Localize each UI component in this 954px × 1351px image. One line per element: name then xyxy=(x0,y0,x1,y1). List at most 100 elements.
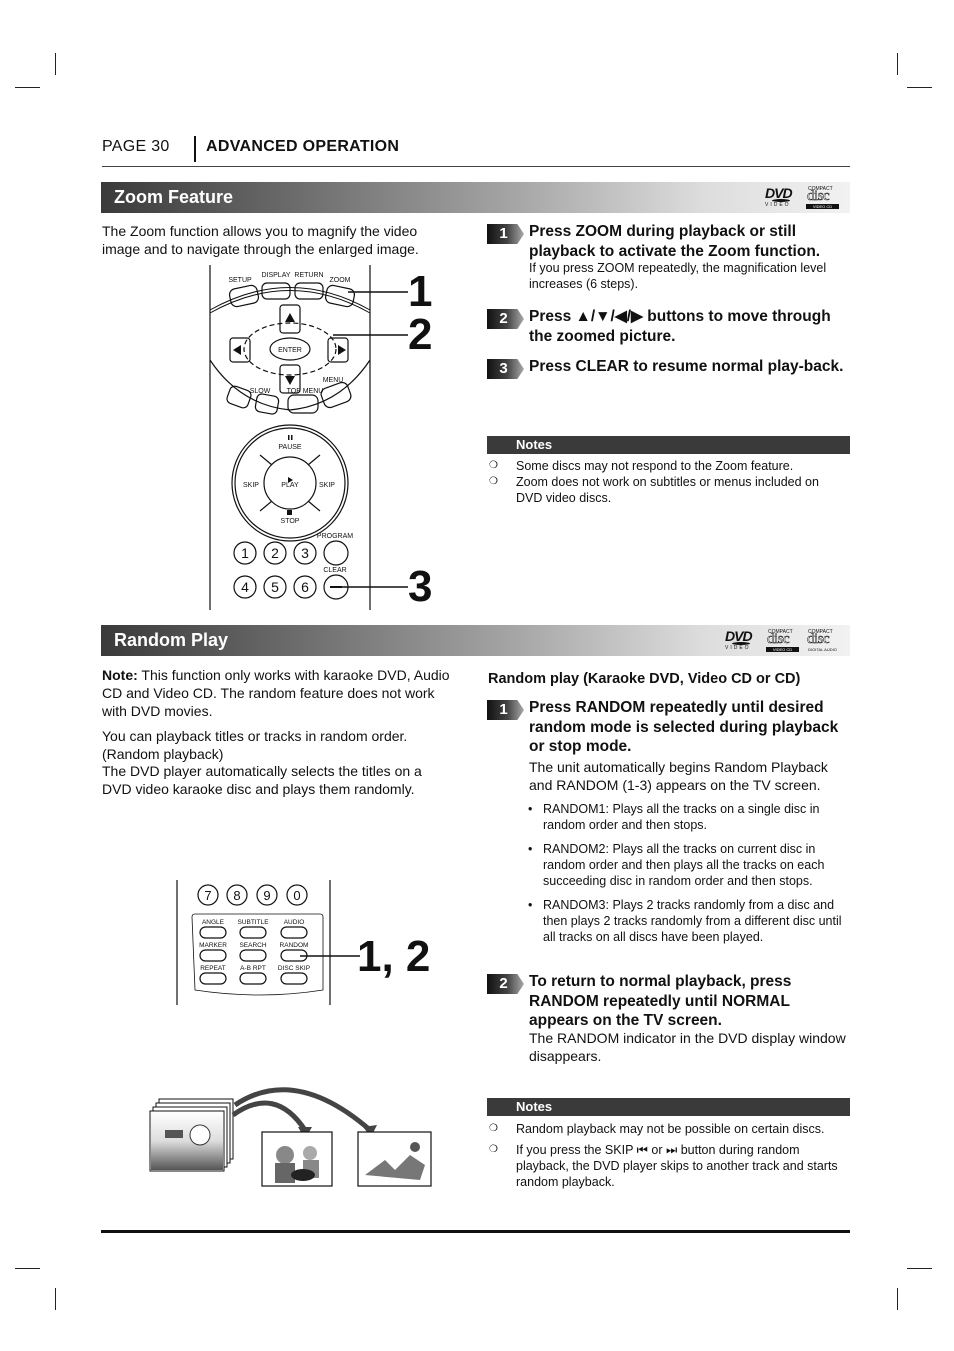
remote-label-zoom: ZOOM xyxy=(330,277,351,284)
remote-label-return: RETURN xyxy=(294,272,323,279)
crop-mark xyxy=(897,1288,898,1310)
disc-logos: DVD VIDEO COMPACT disc VIDEO CD xyxy=(764,185,840,210)
remote-label-random: RANDOM xyxy=(280,942,309,949)
random-paragraph-2: The DVD player automatically selects the… xyxy=(102,763,422,797)
compact-disc-video-cd-logo-icon: COMPACT disc VIDEO CD xyxy=(766,629,800,653)
remote-digit: 8 xyxy=(233,888,240,903)
zoom-intro: The Zoom function allows you to magnify … xyxy=(102,223,419,257)
callout-3: 3 xyxy=(408,562,433,611)
crop-mark xyxy=(15,1268,40,1269)
remote-label-slow: SLOW xyxy=(250,388,271,395)
random-subheading: Random play (Karaoke DVD, Video CD or CD… xyxy=(488,671,801,687)
random-mode-item: • RANDOM3: Plays 2 tracks randomly from … xyxy=(528,897,850,945)
remote-digit: 1 xyxy=(241,545,249,561)
remote-label-marker: MARKER xyxy=(199,942,227,949)
disc-logos: DVD VIDEO COMPACT disc VIDEO CD COMPACT disc… xyxy=(724,628,840,653)
remote-label-angle: ANGLE xyxy=(202,919,225,926)
note-item: ❍ If you press the SKIP ⏮ or ⏭ button du… xyxy=(487,1142,850,1190)
callout-1: 1 xyxy=(408,267,433,316)
step-number-badge: 1 xyxy=(487,700,524,720)
remote-label-pause: PAUSE xyxy=(278,444,302,451)
note-text: Random playback may not be possible on c… xyxy=(516,1122,825,1136)
callout-1-2: 1, 2 xyxy=(357,932,431,981)
step-heading: Press ZOOM during playback or still play… xyxy=(529,223,821,260)
remote-label-clear: CLEAR xyxy=(323,567,346,574)
bullet-dot-icon: • xyxy=(528,802,533,816)
step-detail: The unit automatically begins Random Pla… xyxy=(529,759,828,793)
crop-mark xyxy=(907,1268,932,1269)
remote-illustration-random: 7 8 9 0 ANGLE SUBTITLE AUDIO MARKER SEAR… xyxy=(176,880,360,1005)
remote-label-skip-back: SKIP xyxy=(243,482,259,489)
step-detail: If you press ZOOM repeatedly, the magnif… xyxy=(529,261,827,291)
remote-label-display: DISPLAY xyxy=(261,272,290,279)
circle-bullet-icon: ❍ xyxy=(489,476,498,487)
remote-label-disc-skip: DISC SKIP xyxy=(278,965,310,972)
remote-digit: 9 xyxy=(263,888,270,903)
zoom-notes-header: Notes xyxy=(487,436,850,454)
step-number-badge: 3 xyxy=(487,359,524,379)
random-note-paragraph: Note: This function only works with kara… xyxy=(102,666,462,720)
note-text: If you press the SKIP ⏮ or ⏭ button duri… xyxy=(516,1143,838,1189)
random-mode-item: • RANDOM2: Plays all the tracks on curre… xyxy=(528,841,850,889)
compact-disc-digital-audio-logo-icon: COMPACT disc DIGITAL AUDIO xyxy=(807,629,837,652)
random-section-title: Random Play xyxy=(114,630,229,650)
step-heading: To return to normal playback, press RAND… xyxy=(529,973,792,1029)
remote-digit: 3 xyxy=(301,545,309,561)
crop-mark xyxy=(55,53,56,75)
note-text: Some discs may not respond to the Zoom f… xyxy=(516,459,794,473)
crop-mark xyxy=(897,53,898,75)
step-number-badge: 1 xyxy=(487,224,524,244)
header-divider xyxy=(194,136,196,162)
note-text: This function only works with karaoke DV… xyxy=(102,667,450,719)
note-item: ❍ Random playback may not be possible on… xyxy=(487,1121,850,1137)
remote-label-stop: STOP xyxy=(281,518,300,525)
random-mode-text: RANDOM1: Plays all the tracks on a singl… xyxy=(543,802,820,832)
random-step-1: 1 Press RANDOM repeatedly until desired … xyxy=(487,698,852,798)
remote-label-setup: SETUP xyxy=(228,277,252,284)
bullet-dot-icon: • xyxy=(528,842,533,856)
step-number-badge: 2 xyxy=(487,309,524,329)
step-heading: Press ▲/▼/◀/▶ buttons to move through th… xyxy=(529,308,831,345)
circle-bullet-icon: ❍ xyxy=(489,1144,498,1155)
random-section-bar: Random Play DVD VIDEO COMPACT disc VIDEO CD… xyxy=(101,625,850,656)
page-number: PAGE 30 xyxy=(102,138,170,155)
circle-bullet-icon: ❍ xyxy=(489,1123,498,1134)
remote-digit: 2 xyxy=(271,545,279,561)
remote-label-audio: AUDIO xyxy=(284,919,305,926)
chapter-title: ADVANCED OPERATION xyxy=(206,138,400,155)
remote-digit: 6 xyxy=(301,579,309,595)
zoom-section-title: Zoom Feature xyxy=(114,187,234,207)
random-playback-illustration xyxy=(149,1087,432,1187)
page-header: PAGE 30 ADVANCED OPERATION xyxy=(102,136,850,167)
remote-label-enter: ENTER xyxy=(278,347,302,354)
dvd-video-logo-icon: DVD VIDEO xyxy=(725,628,753,651)
zoom-step-2: 2 Press ▲/▼/◀/▶ buttons to move through … xyxy=(487,307,852,347)
note-item: ❍ Zoom does not work on subtitles or men… xyxy=(487,474,850,506)
remote-label-play: PLAY xyxy=(281,482,299,489)
note-item: ❍ Some discs may not respond to the Zoom… xyxy=(487,458,850,474)
remote-label-top-menu: TOP MENU xyxy=(287,388,324,395)
dvd-video-logo-icon: DVD VIDEO xyxy=(765,185,793,208)
remote-illustration-zoom: SETUP DISPLAY RETURN ZOOM ENTER SLOW TOP… xyxy=(209,265,408,610)
remote-digit: 5 xyxy=(271,579,279,595)
remote-label-menu: MENU xyxy=(323,377,344,384)
note-text: Zoom does not work on subtitles or menus… xyxy=(516,475,819,505)
remote-label-search: SEARCH xyxy=(239,942,266,949)
callout-2: 2 xyxy=(408,310,433,359)
remote-label-repeat: REPEAT xyxy=(200,965,226,972)
zoom-section-bar: Zoom Feature DVD VIDEO COMPACT disc VIDEO C… xyxy=(101,182,850,213)
notes-title: Notes xyxy=(516,1099,553,1114)
random-mode-item: • RANDOM1: Plays all the tracks on a sin… xyxy=(528,801,850,833)
zoom-step-3: 3 Press CLEAR to resume normal play-back… xyxy=(487,357,852,397)
random-step-2: 2 To return to normal playback, press RA… xyxy=(487,972,852,1067)
crop-mark xyxy=(15,87,40,88)
step-heading: Press CLEAR to resume normal play-back. xyxy=(529,358,844,375)
circle-bullet-icon: ❍ xyxy=(489,460,498,471)
zoom-step-1: 1 Press ZOOM during playback or still pl… xyxy=(487,222,852,292)
random-notes-header: Notes xyxy=(487,1098,850,1116)
note-label: Note: xyxy=(102,667,138,683)
random-mode-text: RANDOM2: Plays all the tracks on current… xyxy=(543,842,825,888)
random-paragraph-1: You can playback titles or tracks in ran… xyxy=(102,728,408,762)
notes-title: Notes xyxy=(516,437,553,452)
footer-rule xyxy=(101,1230,850,1233)
